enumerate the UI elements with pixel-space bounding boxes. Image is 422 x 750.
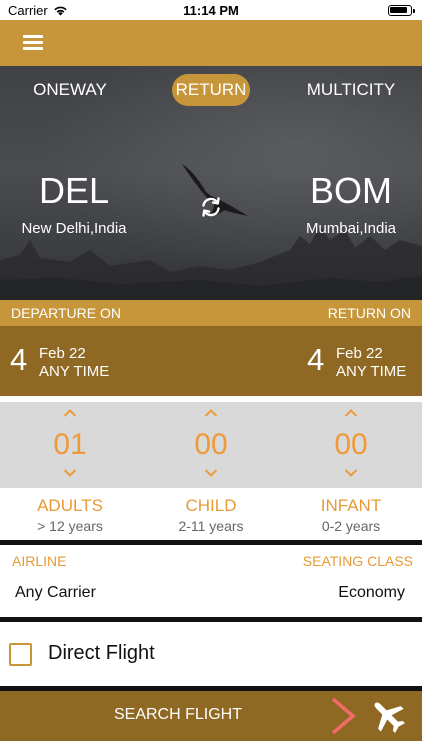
infant-increment-chevron-up-icon[interactable]	[301, 408, 401, 422]
tab-return[interactable]: RETURN	[172, 74, 250, 106]
return-month: Feb 22	[336, 345, 383, 362]
adults-increment-chevron-up-icon[interactable]	[20, 408, 120, 422]
tab-multicity[interactable]: MULTICITY	[300, 74, 402, 106]
child-label: CHILD 2-11 years	[141, 496, 281, 534]
hamburger-menu-icon[interactable]	[23, 35, 43, 51]
infant-count: 00	[334, 428, 368, 461]
direct-flight-section: Direct Flight	[0, 622, 422, 686]
chevron-right-icon	[331, 697, 356, 735]
date-labels-bar: DEPARTURE ON RETURN ON	[0, 300, 422, 326]
return-date-picker[interactable]: 4 Feb 22 ANY TIME	[307, 326, 417, 396]
destination-city[interactable]: BOM Mumbai,India	[294, 170, 408, 237]
adults-age-range: > 12 years	[37, 518, 103, 534]
child-decrement-chevron-down-icon[interactable]	[161, 468, 261, 482]
passenger-labels: ADULTS > 12 years CHILD 2-11 years INFAN…	[0, 488, 422, 540]
departure-on-label: DEPARTURE ON	[11, 305, 121, 321]
passenger-counters: 01 00 00	[0, 402, 422, 488]
destination-name: Mumbai,India	[305, 220, 397, 237]
status-time: 11:14 PM	[183, 3, 239, 18]
airline-seating-section: AIRLINE SEATING CLASS Any Carrier Econom…	[0, 545, 422, 617]
departure-time: ANY TIME	[39, 363, 110, 380]
child-age-range: 2-11 years	[178, 518, 244, 534]
route-hero: ONEWAY RETURN MULTICITY DEL New Delhi,In…	[0, 66, 422, 300]
child-increment-chevron-up-icon[interactable]	[161, 408, 261, 422]
infant-label: INFANT 0-2 years	[281, 496, 421, 534]
direct-flight-label[interactable]: Direct Flight	[48, 642, 155, 665]
adults-title: ADULTS	[37, 496, 103, 515]
child-count: 00	[194, 428, 228, 461]
swap-cities-icon[interactable]	[198, 194, 224, 220]
nav-bar	[0, 20, 422, 66]
trip-type-tabs: ONEWAY RETURN MULTICITY	[0, 74, 422, 106]
child-title: CHILD	[185, 496, 237, 515]
adults-count: 01	[53, 428, 87, 461]
airline-selector[interactable]: Any Carrier	[15, 584, 96, 602]
search-flight-button[interactable]: SEARCH FLIGHT	[0, 691, 422, 741]
status-bar: Carrier 11:14 PM	[0, 0, 422, 20]
seating-class-selector[interactable]: Economy	[338, 584, 405, 602]
origin-code: DEL	[38, 170, 110, 211]
airplane-icon	[374, 702, 405, 733]
departure-date-picker[interactable]: 4 Feb 22 ANY TIME	[10, 326, 140, 396]
tab-oneway[interactable]: ONEWAY	[24, 74, 116, 106]
battery-icon	[388, 5, 415, 16]
return-on-label: RETURN ON	[327, 305, 411, 321]
dates-bar: 4 Feb 22 ANY TIME 4 Feb 22 ANY TIME	[0, 326, 422, 396]
search-flight-label: SEARCH FLIGHT	[113, 706, 242, 723]
child-counter: 00	[161, 402, 261, 488]
bottom-safe-area	[0, 741, 422, 750]
departure-day: 4	[10, 342, 28, 377]
origin-city[interactable]: DEL New Delhi,India	[14, 170, 134, 237]
airline-label: AIRLINE	[12, 553, 67, 569]
departure-month: Feb 22	[39, 345, 86, 362]
infant-counter: 00	[301, 402, 401, 488]
return-day: 4	[307, 342, 325, 377]
adults-counter: 01	[20, 402, 120, 488]
adults-label: ADULTS > 12 years	[0, 496, 140, 534]
infant-title: INFANT	[320, 496, 382, 515]
seating-class-label: SEATING CLASS	[302, 553, 413, 569]
direct-flight-checkbox[interactable]	[9, 643, 32, 666]
adults-decrement-chevron-down-icon[interactable]	[20, 468, 120, 482]
return-time: ANY TIME	[336, 363, 407, 380]
origin-name: New Delhi,India	[21, 220, 127, 237]
infant-decrement-chevron-down-icon[interactable]	[301, 468, 401, 482]
infant-age-range: 0-2 years	[321, 518, 381, 534]
destination-code: BOM	[309, 170, 392, 211]
